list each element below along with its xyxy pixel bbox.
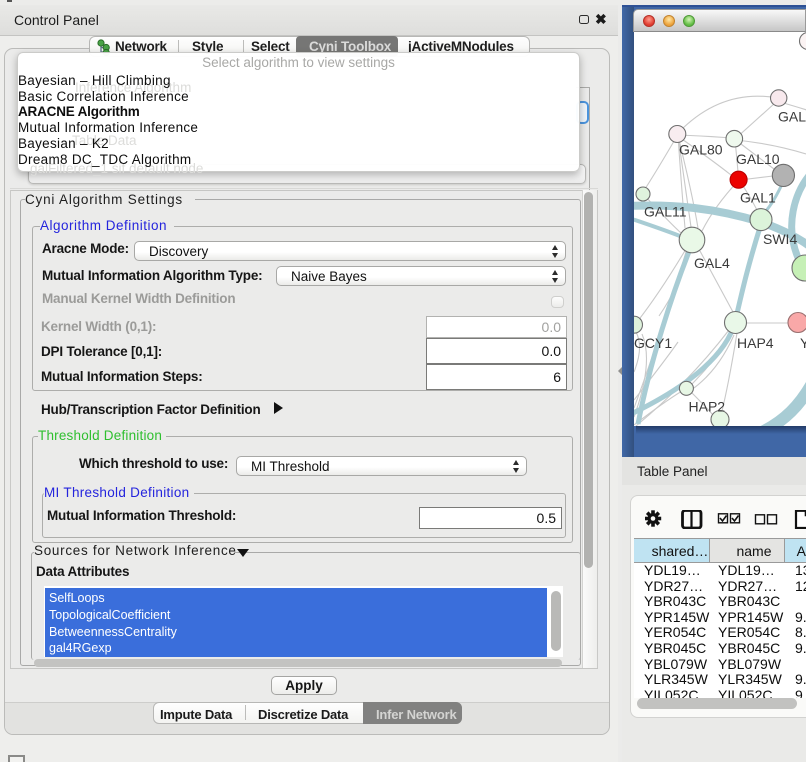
svg-text:GAL2: GAL2 — [778, 109, 806, 125]
svg-text:GAL80: GAL80 — [679, 142, 723, 158]
svg-text:GAL4: GAL4 — [694, 255, 730, 271]
svg-text:HAP2: HAP2 — [689, 399, 726, 415]
svg-text:Y: Y — [800, 335, 806, 351]
svg-text:SWI4: SWI4 — [763, 231, 797, 247]
svg-text:GCY1: GCY1 — [634, 335, 672, 351]
svg-text:GAL11: GAL11 — [644, 204, 687, 220]
svg-text:GAL10: GAL10 — [736, 151, 780, 167]
svg-text:GAL1: GAL1 — [740, 190, 776, 206]
svg-text:HAP4: HAP4 — [737, 335, 774, 351]
